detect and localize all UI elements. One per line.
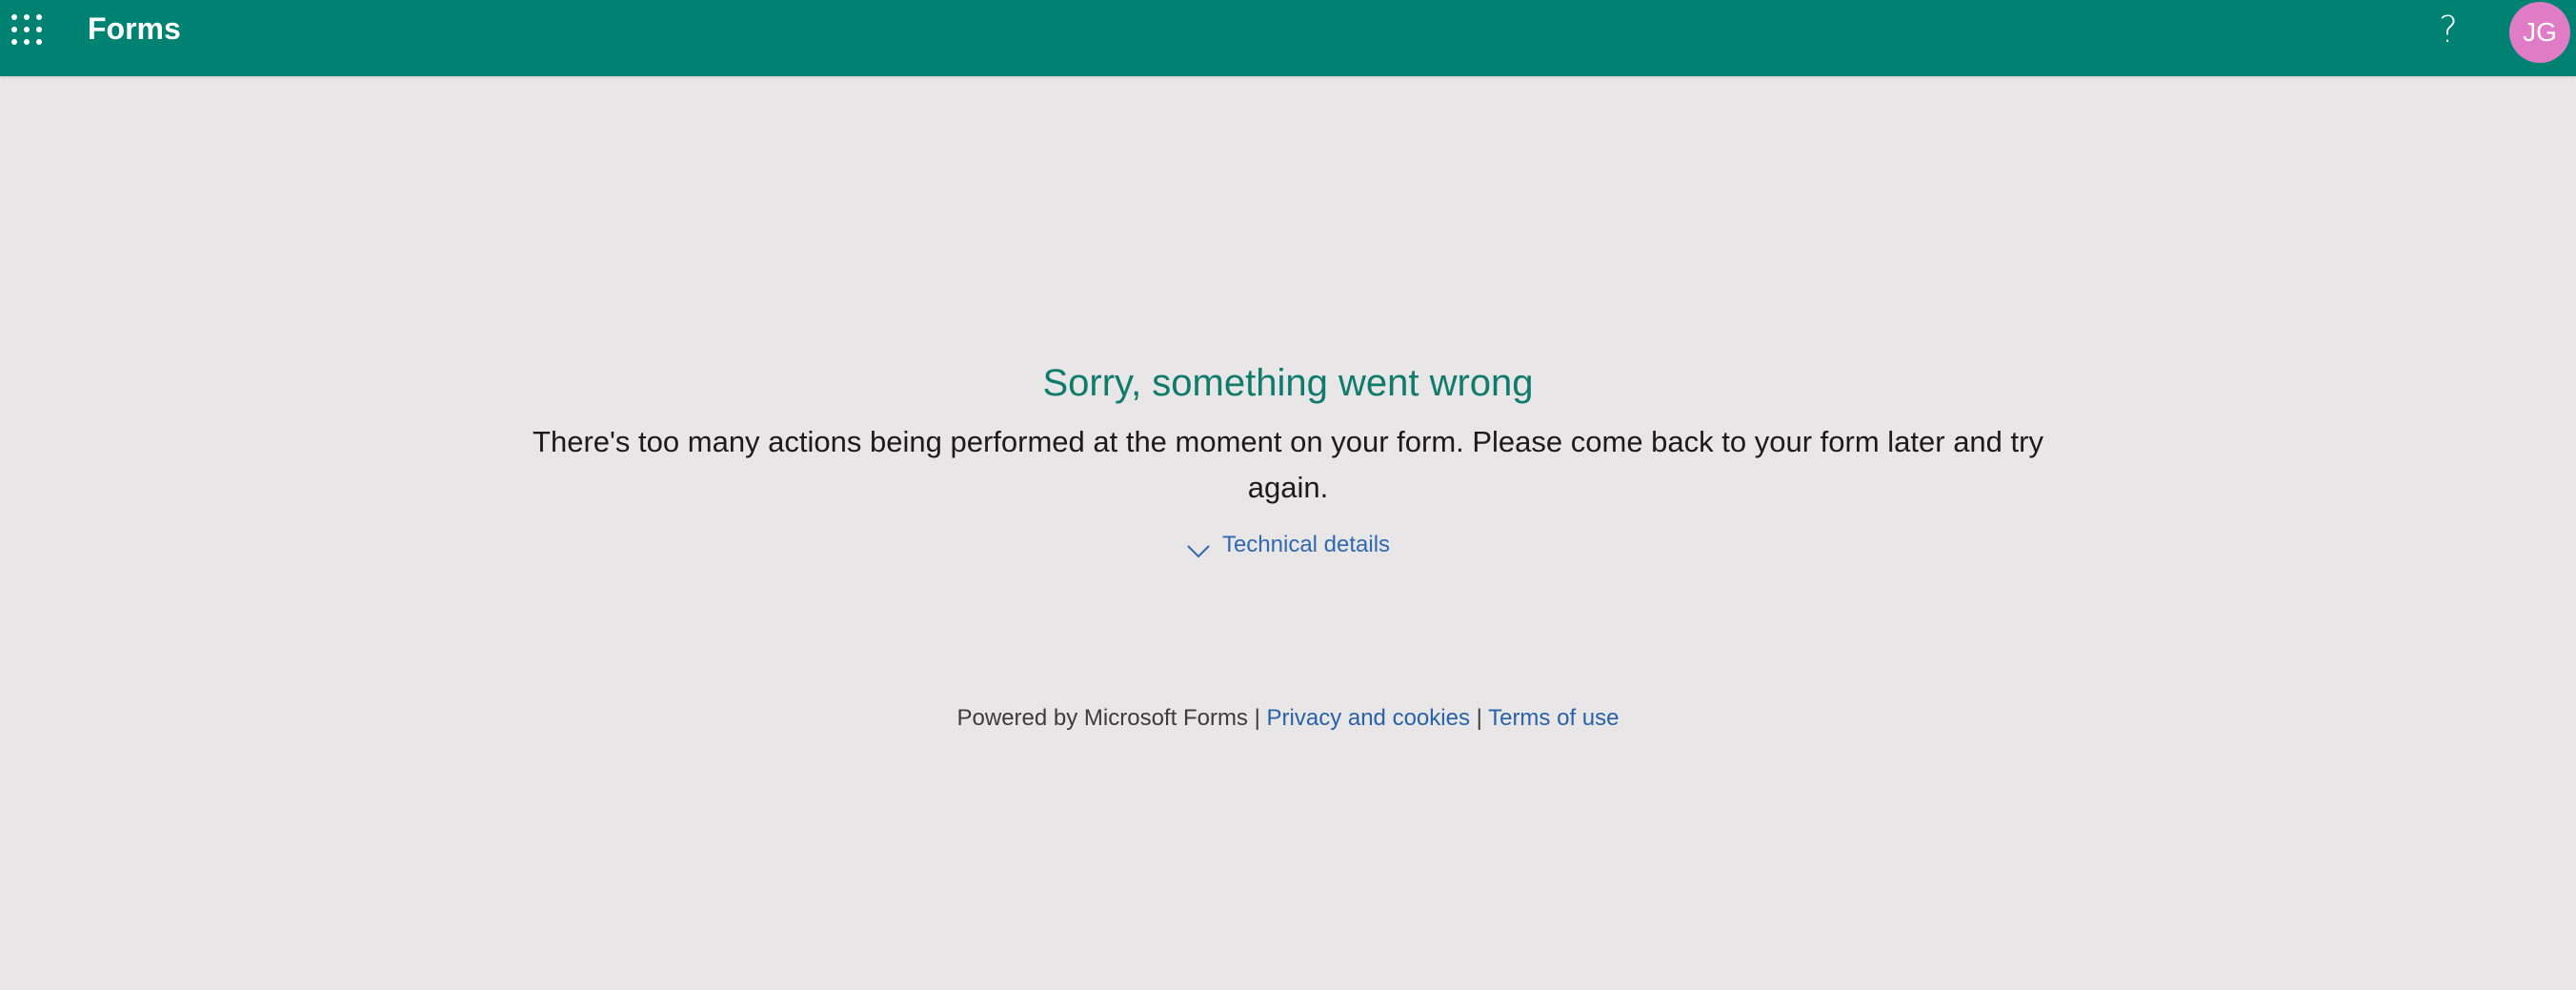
footer-separator: |: [1254, 705, 1260, 731]
help-button[interactable]: ?: [2432, 5, 2465, 54]
error-message: There's too many actions being performed…: [533, 425, 2043, 504]
error-title: Sorry, something went wrong: [1042, 362, 1534, 404]
help-icon: ?: [2438, 9, 2459, 51]
top-bar: Forms ? JG: [0, 0, 2576, 76]
powered-by-text: Powered by Microsoft Forms: [956, 705, 1248, 731]
footer-separator: |: [1476, 705, 1482, 731]
user-avatar[interactable]: JG: [2509, 2, 2570, 63]
technical-details-label: Technical details: [1221, 532, 1391, 557]
terms-link[interactable]: Terms of use: [1488, 705, 1619, 731]
technical-details: Technical details: [0, 526, 2576, 574]
app-title[interactable]: Forms: [88, 10, 181, 48]
privacy-link[interactable]: Privacy and cookies: [1267, 705, 1470, 731]
technical-details-toggle[interactable]: Technical details: [1186, 526, 1390, 564]
app-launcher-icon[interactable]: [10, 12, 44, 47]
chevron-down-icon: [1186, 535, 1211, 558]
footer: Powered by Microsoft Forms | Privacy and…: [0, 699, 2576, 737]
